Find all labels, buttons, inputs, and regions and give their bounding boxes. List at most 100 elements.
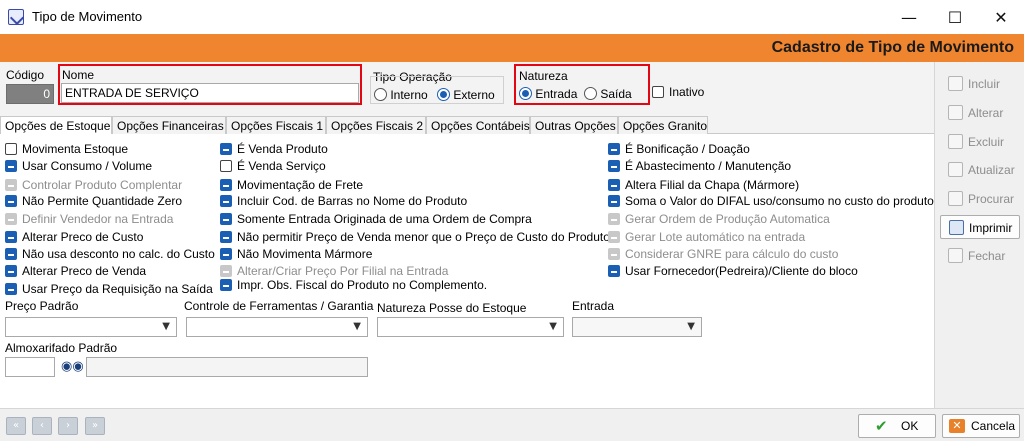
option-usar-preco-da-requisicao-na-saida[interactable]: Usar Preço da Requisição na Saída bbox=[5, 281, 213, 297]
checkbox-box bbox=[5, 213, 17, 225]
almoxarifado-desc-field bbox=[86, 357, 368, 377]
printer-icon bbox=[949, 220, 964, 235]
option-label: Alterar Preco de Venda bbox=[22, 264, 147, 278]
checkbox-box bbox=[608, 160, 620, 172]
tab-opcoes-granito[interactable]: Opções Granito bbox=[618, 116, 708, 134]
option-gerar-lote-automatico-na-entrada: Gerar Lote automático na entrada bbox=[608, 229, 805, 245]
option-nao-movimenta-marmore[interactable]: Não Movimenta Mármore bbox=[220, 246, 372, 262]
option-usar-consumo-volume[interactable]: Usar Consumo / Volume bbox=[5, 158, 152, 174]
radio-externo-circle bbox=[437, 88, 450, 101]
alterar-button[interactable]: Alterar bbox=[940, 101, 1020, 125]
option-label: Movimenta Estoque bbox=[22, 142, 129, 156]
preco-padrao-label: Preço Padrão bbox=[5, 299, 79, 313]
option-e-abastecimento-manutencao[interactable]: É Abastecimento / Manutenção bbox=[608, 158, 791, 174]
option-alterar-preco-de-venda[interactable]: Alterar Preco de Venda bbox=[5, 263, 146, 279]
option-e-venda-servico[interactable]: É Venda Serviço bbox=[220, 158, 326, 174]
imprimir-button[interactable]: Imprimir bbox=[940, 215, 1020, 239]
option-movimentacao-de-frete[interactable]: Movimentação de Frete bbox=[220, 177, 363, 193]
prev-record-button[interactable]: ‹ bbox=[32, 417, 52, 435]
option-label: Alterar/Criar Preço Por Filial na Entrad… bbox=[237, 264, 449, 278]
radio-entrada-label: Entrada bbox=[535, 87, 578, 101]
tab-outras-opcoes[interactable]: Outras Opções bbox=[530, 116, 618, 134]
preco-padrao-select[interactable]: ▼ bbox=[5, 317, 177, 337]
maximize-button[interactable]: ☐ bbox=[932, 0, 978, 34]
option-considerar-gnre-para-calculo-do-custo: Considerar GNRE para cálculo do custo bbox=[608, 246, 838, 262]
option-label: Não permitir Preço de Venda menor que o … bbox=[237, 230, 610, 244]
option-label: Usar Preço da Requisição na Saída bbox=[22, 282, 213, 296]
checkbox-box bbox=[220, 231, 232, 243]
option-alterar-preco-de-custo[interactable]: Alterar Preco de Custo bbox=[5, 229, 143, 245]
inativo-checkbox[interactable]: Inativo bbox=[652, 85, 704, 99]
controle-ferramentas-label: Controle de Ferramentas / Garantia bbox=[184, 299, 374, 313]
option-incluir-cod-de-barras-no-nome-do-produto[interactable]: Incluir Cod. de Barras no Nome do Produt… bbox=[220, 193, 467, 209]
option-label: É Bonificação / Doação bbox=[625, 142, 750, 156]
cancel-icon: ✕ bbox=[949, 419, 965, 433]
close-button[interactable]: ✕ bbox=[978, 0, 1024, 34]
codigo-field[interactable]: 0 bbox=[6, 84, 54, 104]
edit-icon bbox=[948, 105, 963, 120]
option-label: Considerar GNRE para cálculo do custo bbox=[625, 247, 839, 261]
last-record-button[interactable]: » bbox=[85, 417, 105, 435]
checkbox-box bbox=[5, 231, 17, 243]
option-e-bonificacao-doacao[interactable]: É Bonificação / Doação bbox=[608, 141, 750, 157]
atualizar-button[interactable]: Atualizar bbox=[940, 158, 1020, 182]
checkbox-box bbox=[5, 195, 17, 207]
checkbox-box bbox=[5, 248, 17, 260]
radio-entrada[interactable]: Entrada bbox=[519, 87, 577, 101]
checkbox-box bbox=[608, 143, 620, 155]
incluir-button[interactable]: Incluir bbox=[940, 72, 1020, 96]
option-altera-filial-da-chapa-marmore[interactable]: Altera Filial da Chapa (Mármore) bbox=[608, 177, 799, 193]
chevron-down-icon: ▼ bbox=[549, 321, 557, 332]
checkbox-box bbox=[220, 248, 232, 260]
option-soma-o-valor-do-difal-uso-consumo-no-custo-do-produto[interactable]: Soma o Valor do DIFAL uso/consumo no cus… bbox=[608, 193, 934, 209]
almoxarifado-code-field[interactable] bbox=[5, 357, 55, 377]
binoculars-icon[interactable]: ◉◉ bbox=[61, 358, 84, 376]
tab-opcoes-fiscais-2[interactable]: Opções Fiscais 2 bbox=[326, 116, 426, 134]
option-nao-permite-quantidade-zero[interactable]: Não Permite Quantidade Zero bbox=[5, 193, 182, 209]
option-label: Altera Filial da Chapa (Mármore) bbox=[625, 178, 800, 192]
checkbox-box bbox=[220, 195, 232, 207]
next-record-button[interactable]: › bbox=[58, 417, 78, 435]
radio-externo[interactable]: Externo bbox=[437, 88, 495, 102]
controle-ferramentas-select[interactable]: ▼ bbox=[186, 317, 368, 337]
option-movimenta-estoque[interactable]: Movimenta Estoque bbox=[5, 141, 128, 157]
fechar-button[interactable]: Fechar bbox=[940, 244, 1020, 268]
checkbox-box bbox=[220, 279, 232, 291]
excluir-button[interactable]: Excluir bbox=[940, 130, 1020, 154]
minimize-button[interactable]: — bbox=[886, 0, 932, 34]
procurar-button[interactable]: Procurar bbox=[940, 187, 1020, 211]
option-label: É Abastecimento / Manutenção bbox=[625, 159, 792, 173]
tab-opcoes-estoque[interactable]: Opções de Estoque bbox=[0, 116, 112, 135]
fechar-label: Fechar bbox=[968, 249, 1006, 263]
entrada-select[interactable]: ▼ bbox=[572, 317, 702, 337]
option-nao-permitir-preco-de-venda-menor-que-o-preco-de-custo-do-produto[interactable]: Não permitir Preço de Venda menor que o … bbox=[220, 229, 610, 245]
option-label: Não Permite Quantidade Zero bbox=[22, 194, 183, 208]
tab-opcoes-fiscais-1[interactable]: Opções Fiscais 1 bbox=[226, 116, 326, 134]
tab-opcoes-financeiras[interactable]: Opções Financeiras bbox=[112, 116, 226, 134]
option-nao-usa-desconto-no-calc-do-custo[interactable]: Não usa desconto no calc. do Custo bbox=[5, 246, 215, 262]
ok-button[interactable]: ✔ OK bbox=[858, 414, 936, 438]
natureza-posse-select[interactable]: ▼ bbox=[377, 317, 564, 337]
chevron-down-icon: ▼ bbox=[353, 321, 361, 332]
option-somente-entrada-originada-de-uma-ordem-de-compra[interactable]: Somente Entrada Originada de uma Ordem d… bbox=[220, 211, 532, 227]
checkbox-box bbox=[608, 179, 620, 191]
option-label: Usar Consumo / Volume bbox=[22, 159, 153, 173]
radio-saida[interactable]: Saída bbox=[584, 87, 632, 101]
incluir-label: Incluir bbox=[968, 77, 1001, 91]
option-usar-fornecedor-pedreira-cliente-do-bloco[interactable]: Usar Fornecedor(Pedreira)/Cliente do blo… bbox=[608, 263, 858, 279]
first-record-button[interactable]: « bbox=[6, 417, 26, 435]
option-e-venda-produto[interactable]: É Venda Produto bbox=[220, 141, 328, 157]
title-bar: Tipo de Movimento — ☐ ✕ bbox=[0, 0, 1024, 34]
checkbox-box bbox=[5, 283, 17, 295]
radio-interno[interactable]: Interno bbox=[374, 88, 428, 102]
tab-opcoes-contabeis[interactable]: Opções Contábeis bbox=[426, 116, 530, 134]
nome-field[interactable]: ENTRADA DE SERVIÇO bbox=[61, 83, 359, 103]
checkbox-box bbox=[5, 179, 17, 191]
imprimir-label: Imprimir bbox=[969, 221, 1013, 235]
option-label: Não Movimenta Mármore bbox=[237, 247, 373, 261]
cancel-button[interactable]: ✕ Cancela bbox=[942, 414, 1020, 438]
form-title: Cadastro de Tipo de Movimento bbox=[771, 39, 1014, 56]
option-definir-vendedor-na-entrada: Definir Vendedor na Entrada bbox=[5, 211, 173, 227]
option-impr-obs-fiscal-do-produto-no-complemento[interactable]: Impr. Obs. Fiscal do Produto no Compleme… bbox=[220, 277, 487, 293]
radio-saida-circle bbox=[584, 87, 597, 100]
